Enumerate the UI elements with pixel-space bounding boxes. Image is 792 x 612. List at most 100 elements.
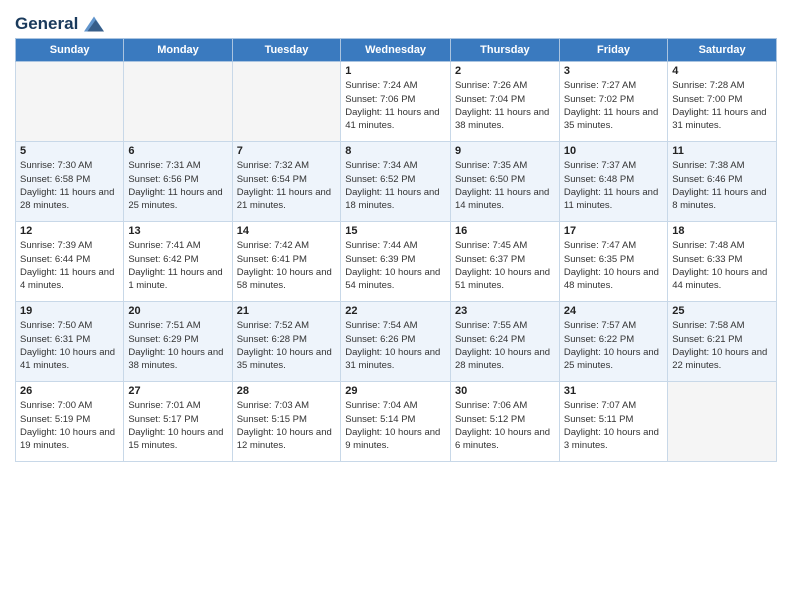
calendar-cell: [16, 62, 124, 142]
day-number: 15: [345, 225, 446, 237]
calendar-cell: [232, 62, 341, 142]
calendar-header-friday: Friday: [559, 39, 667, 62]
day-number: 17: [564, 225, 663, 237]
day-number: 18: [672, 225, 772, 237]
day-number: 23: [455, 305, 555, 317]
header: General: [15, 10, 777, 32]
calendar-cell: 8 Sunrise: 7:34 AM Sunset: 6:52 PM Daylig…: [341, 142, 451, 222]
day-number: 27: [128, 385, 227, 397]
day-number: 21: [237, 305, 337, 317]
day-info: Sunrise: 7:42 AM Sunset: 6:41 PM Dayligh…: [237, 239, 337, 292]
calendar-cell: [668, 382, 777, 462]
day-info: Sunrise: 7:03 AM Sunset: 5:15 PM Dayligh…: [237, 399, 337, 452]
day-info: Sunrise: 7:35 AM Sunset: 6:50 PM Dayligh…: [455, 159, 555, 212]
day-info: Sunrise: 7:51 AM Sunset: 6:29 PM Dayligh…: [128, 319, 227, 372]
day-number: 29: [345, 385, 446, 397]
calendar-cell: [124, 62, 232, 142]
day-number: 5: [20, 145, 119, 157]
day-info: Sunrise: 7:01 AM Sunset: 5:17 PM Dayligh…: [128, 399, 227, 452]
day-number: 13: [128, 225, 227, 237]
day-info: Sunrise: 7:48 AM Sunset: 6:33 PM Dayligh…: [672, 239, 772, 292]
day-info: Sunrise: 7:54 AM Sunset: 6:26 PM Dayligh…: [345, 319, 446, 372]
calendar-week-3: 12 Sunrise: 7:39 AM Sunset: 6:44 PM Dayli…: [16, 222, 777, 302]
calendar-cell: 11 Sunrise: 7:38 AM Sunset: 6:46 PM Dayli…: [668, 142, 777, 222]
calendar-cell: 4Sunrise: 7:28 AM Sunset: 7:00 PM Daylig…: [668, 62, 777, 142]
day-number: 24: [564, 305, 663, 317]
day-info: Sunrise: 7:47 AM Sunset: 6:35 PM Dayligh…: [564, 239, 663, 292]
calendar-cell: 13 Sunrise: 7:41 AM Sunset: 6:42 PM Dayli…: [124, 222, 232, 302]
calendar-cell: 10 Sunrise: 7:37 AM Sunset: 6:48 PM Dayli…: [559, 142, 667, 222]
calendar-header-wednesday: Wednesday: [341, 39, 451, 62]
day-info: Sunrise: 7:52 AM Sunset: 6:28 PM Dayligh…: [237, 319, 337, 372]
day-number: 19: [20, 305, 119, 317]
calendar-cell: 16Sunrise: 7:45 AM Sunset: 6:37 PM Dayli…: [450, 222, 559, 302]
calendar-cell: 21 Sunrise: 7:52 AM Sunset: 6:28 PM Dayli…: [232, 302, 341, 382]
day-info: Sunrise: 7:39 AM Sunset: 6:44 PM Dayligh…: [20, 239, 119, 292]
calendar-week-2: 5 Sunrise: 7:30 AM Sunset: 6:58 PM Daylig…: [16, 142, 777, 222]
day-info: Sunrise: 7:00 AM Sunset: 5:19 PM Dayligh…: [20, 399, 119, 452]
day-info: Sunrise: 7:58 AM Sunset: 6:21 PM Dayligh…: [672, 319, 772, 372]
calendar-cell: 14 Sunrise: 7:42 AM Sunset: 6:41 PM Dayli…: [232, 222, 341, 302]
calendar-header-thursday: Thursday: [450, 39, 559, 62]
calendar-header-row: SundayMondayTuesdayWednesdayThursdayFrid…: [16, 39, 777, 62]
calendar-header-sunday: Sunday: [16, 39, 124, 62]
calendar-cell: 19 Sunrise: 7:50 AM Sunset: 6:31 PM Dayli…: [16, 302, 124, 382]
day-number: 14: [237, 225, 337, 237]
calendar-cell: 22 Sunrise: 7:54 AM Sunset: 6:26 PM Dayli…: [341, 302, 451, 382]
day-info: Sunrise: 7:06 AM Sunset: 5:12 PM Dayligh…: [455, 399, 555, 452]
day-number: 31: [564, 385, 663, 397]
calendar-cell: 2Sunrise: 7:26 AM Sunset: 7:04 PM Daylig…: [450, 62, 559, 142]
calendar-cell: 9 Sunrise: 7:35 AM Sunset: 6:50 PM Daylig…: [450, 142, 559, 222]
calendar-header-tuesday: Tuesday: [232, 39, 341, 62]
calendar-cell: 18 Sunrise: 7:48 AM Sunset: 6:33 PM Dayli…: [668, 222, 777, 302]
day-number: 1: [345, 65, 446, 77]
calendar-table: SundayMondayTuesdayWednesdayThursdayFrid…: [15, 38, 777, 462]
calendar-cell: 30 Sunrise: 7:06 AM Sunset: 5:12 PM Dayli…: [450, 382, 559, 462]
calendar-cell: 3 Sunrise: 7:27 AM Sunset: 7:02 PM Daylig…: [559, 62, 667, 142]
day-info: Sunrise: 7:41 AM Sunset: 6:42 PM Dayligh…: [128, 239, 227, 292]
day-number: 3: [564, 65, 663, 77]
day-number: 9: [455, 145, 555, 157]
calendar-cell: 29 Sunrise: 7:04 AM Sunset: 5:14 PM Dayli…: [341, 382, 451, 462]
day-info: Sunrise: 7:38 AM Sunset: 6:46 PM Dayligh…: [672, 159, 772, 212]
day-info: Sunrise: 7:28 AM Sunset: 7:00 PM Dayligh…: [672, 79, 772, 132]
day-number: 6: [128, 145, 227, 157]
day-info: Sunrise: 7:50 AM Sunset: 6:31 PM Dayligh…: [20, 319, 119, 372]
day-number: 30: [455, 385, 555, 397]
day-number: 2: [455, 65, 555, 77]
day-number: 25: [672, 305, 772, 317]
day-info: Sunrise: 7:31 AM Sunset: 6:56 PM Dayligh…: [128, 159, 227, 212]
day-number: 7: [237, 145, 337, 157]
calendar-cell: 15 Sunrise: 7:44 AM Sunset: 6:39 PM Dayli…: [341, 222, 451, 302]
day-info: Sunrise: 7:37 AM Sunset: 6:48 PM Dayligh…: [564, 159, 663, 212]
day-info: Sunrise: 7:04 AM Sunset: 5:14 PM Dayligh…: [345, 399, 446, 452]
calendar-cell: 26Sunrise: 7:00 AM Sunset: 5:19 PM Dayli…: [16, 382, 124, 462]
day-info: Sunrise: 7:27 AM Sunset: 7:02 PM Dayligh…: [564, 79, 663, 132]
day-info: Sunrise: 7:30 AM Sunset: 6:58 PM Dayligh…: [20, 159, 119, 212]
calendar-cell: 28 Sunrise: 7:03 AM Sunset: 5:15 PM Dayli…: [232, 382, 341, 462]
calendar-week-5: 26Sunrise: 7:00 AM Sunset: 5:19 PM Dayli…: [16, 382, 777, 462]
calendar-cell: 12 Sunrise: 7:39 AM Sunset: 6:44 PM Dayli…: [16, 222, 124, 302]
calendar-cell: 6 Sunrise: 7:31 AM Sunset: 6:56 PM Daylig…: [124, 142, 232, 222]
calendar-cell: 5 Sunrise: 7:30 AM Sunset: 6:58 PM Daylig…: [16, 142, 124, 222]
day-info: Sunrise: 7:44 AM Sunset: 6:39 PM Dayligh…: [345, 239, 446, 292]
day-number: 28: [237, 385, 337, 397]
day-number: 22: [345, 305, 446, 317]
day-number: 11: [672, 145, 772, 157]
calendar-cell: 24 Sunrise: 7:57 AM Sunset: 6:22 PM Dayli…: [559, 302, 667, 382]
calendar-cell: 17 Sunrise: 7:47 AM Sunset: 6:35 PM Dayli…: [559, 222, 667, 302]
day-info: Sunrise: 7:07 AM Sunset: 5:11 PM Dayligh…: [564, 399, 663, 452]
calendar-header-saturday: Saturday: [668, 39, 777, 62]
day-info: Sunrise: 7:45 AM Sunset: 6:37 PM Dayligh…: [455, 239, 555, 292]
day-info: Sunrise: 7:34 AM Sunset: 6:52 PM Dayligh…: [345, 159, 446, 212]
day-info: Sunrise: 7:57 AM Sunset: 6:22 PM Dayligh…: [564, 319, 663, 372]
day-info: Sunrise: 7:32 AM Sunset: 6:54 PM Dayligh…: [237, 159, 337, 212]
day-number: 10: [564, 145, 663, 157]
day-info: Sunrise: 7:55 AM Sunset: 6:24 PM Dayligh…: [455, 319, 555, 372]
calendar-cell: 7 Sunrise: 7:32 AM Sunset: 6:54 PM Daylig…: [232, 142, 341, 222]
day-number: 8: [345, 145, 446, 157]
day-number: 12: [20, 225, 119, 237]
logo: General: [15, 14, 105, 32]
calendar-cell: 25 Sunrise: 7:58 AM Sunset: 6:21 PM Dayli…: [668, 302, 777, 382]
day-info: Sunrise: 7:24 AM Sunset: 7:06 PM Dayligh…: [345, 79, 446, 132]
